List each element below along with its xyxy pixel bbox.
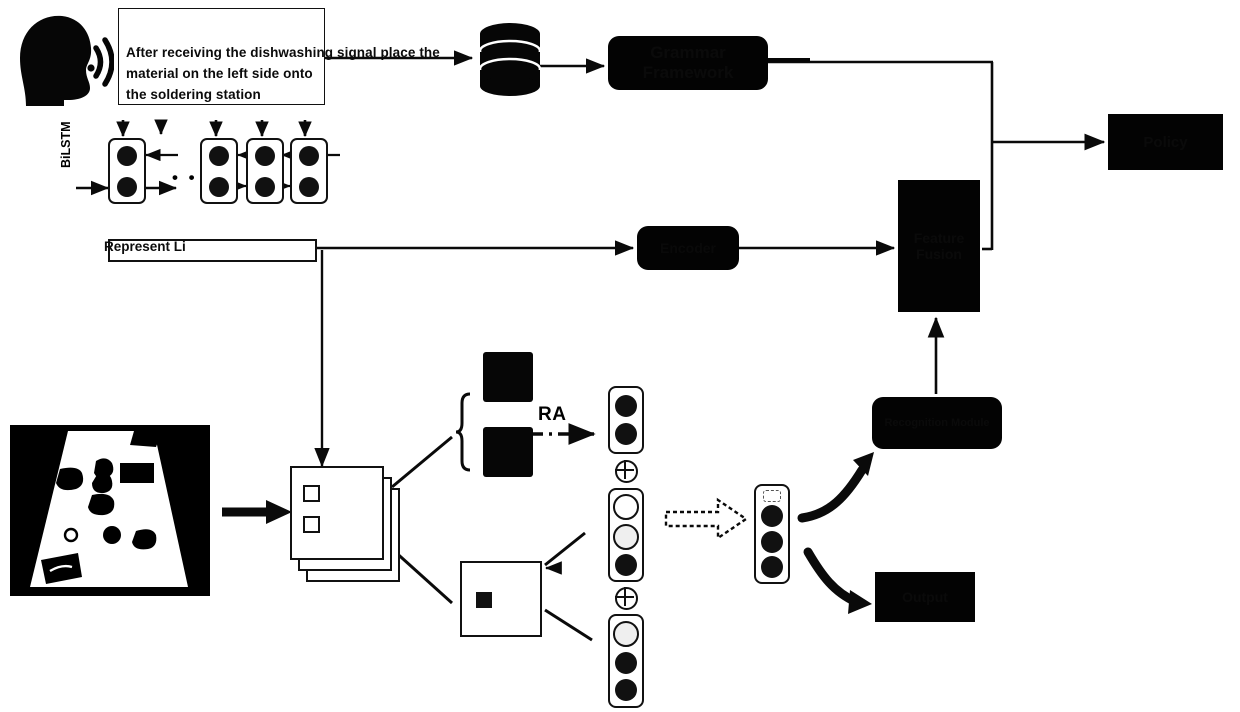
workbench-scene-photo bbox=[10, 425, 210, 596]
lstm-node bbox=[209, 176, 229, 197]
vector-cell bbox=[615, 679, 637, 701]
lstm-cell[interactable] bbox=[290, 138, 328, 204]
diagram-canvas: After receiving the dishwashing signal p… bbox=[0, 0, 1240, 712]
plus-operator-top bbox=[614, 459, 638, 483]
instruction-text: After receiving the dishwashing signal p… bbox=[126, 42, 478, 105]
frame-front bbox=[290, 466, 384, 560]
sound-wave-icon bbox=[93, 45, 104, 79]
block-fusion-label: Feature Fusion bbox=[898, 230, 980, 262]
instruction-line-1: After receiving the dishwashing signal p… bbox=[126, 45, 440, 60]
vector-cell bbox=[761, 556, 783, 579]
vector-cell bbox=[613, 524, 639, 550]
vector-ra bbox=[608, 386, 644, 454]
block-encoder-label: Encoder bbox=[660, 240, 716, 256]
block-output-label: Output bbox=[902, 589, 948, 605]
image-frame-stack[interactable] bbox=[290, 466, 402, 584]
block-framework[interactable]: Grammar Framework bbox=[608, 36, 768, 90]
block-output[interactable]: Output bbox=[875, 572, 975, 622]
block-policy[interactable]: Policy bbox=[1108, 114, 1223, 170]
vector-cell bbox=[613, 494, 639, 520]
region-box bbox=[460, 561, 542, 637]
vector-cell-empty bbox=[763, 489, 781, 502]
database-cylinder-icon bbox=[476, 22, 544, 103]
vector-cell bbox=[613, 621, 639, 647]
block-recognition-label: Recognition Module bbox=[884, 416, 989, 431]
speaking-head-icon bbox=[6, 8, 115, 108]
block-framework-label: Grammar Framework bbox=[608, 43, 768, 83]
patch-upper bbox=[483, 352, 533, 402]
ra-label: RA bbox=[538, 404, 567, 425]
lstm-node bbox=[117, 145, 137, 166]
vector-result bbox=[754, 484, 790, 584]
framework-tail bbox=[768, 58, 810, 62]
region-marker bbox=[476, 592, 492, 608]
vector-cell bbox=[615, 652, 637, 674]
lstm-node bbox=[299, 176, 319, 197]
frame-marker bbox=[303, 516, 320, 533]
vector-cell bbox=[615, 554, 637, 576]
lstm-node bbox=[255, 145, 275, 166]
frame-marker bbox=[303, 485, 320, 502]
lstm-cell[interactable] bbox=[200, 138, 238, 204]
lstm-node bbox=[299, 145, 319, 166]
represent-label: Represent Li bbox=[104, 239, 186, 254]
vector-cell bbox=[615, 423, 637, 446]
lstm-cell[interactable] bbox=[246, 138, 284, 204]
vector-bottom bbox=[608, 614, 644, 708]
block-fusion[interactable]: Feature Fusion bbox=[898, 180, 980, 312]
patch-lower bbox=[483, 427, 533, 477]
lstm-node bbox=[117, 176, 137, 197]
lstm-node bbox=[209, 145, 229, 166]
bilstm-label: BiLSTM bbox=[59, 121, 73, 168]
block-encoder[interactable]: Encoder bbox=[637, 226, 739, 270]
vector-cell bbox=[615, 394, 637, 417]
block-policy-label: Policy bbox=[1143, 134, 1187, 151]
lstm-node bbox=[255, 176, 275, 197]
instruction-line-3: the soldering station bbox=[126, 87, 261, 102]
vector-cell bbox=[761, 505, 783, 528]
instruction-line-2: material on the left side onto bbox=[126, 66, 313, 81]
vector-mid bbox=[608, 488, 644, 582]
vector-cell bbox=[761, 530, 783, 553]
plus-operator-bottom bbox=[614, 586, 638, 610]
block-recognition[interactable]: Recognition Module bbox=[872, 397, 1002, 449]
lstm-cell[interactable] bbox=[108, 138, 146, 204]
